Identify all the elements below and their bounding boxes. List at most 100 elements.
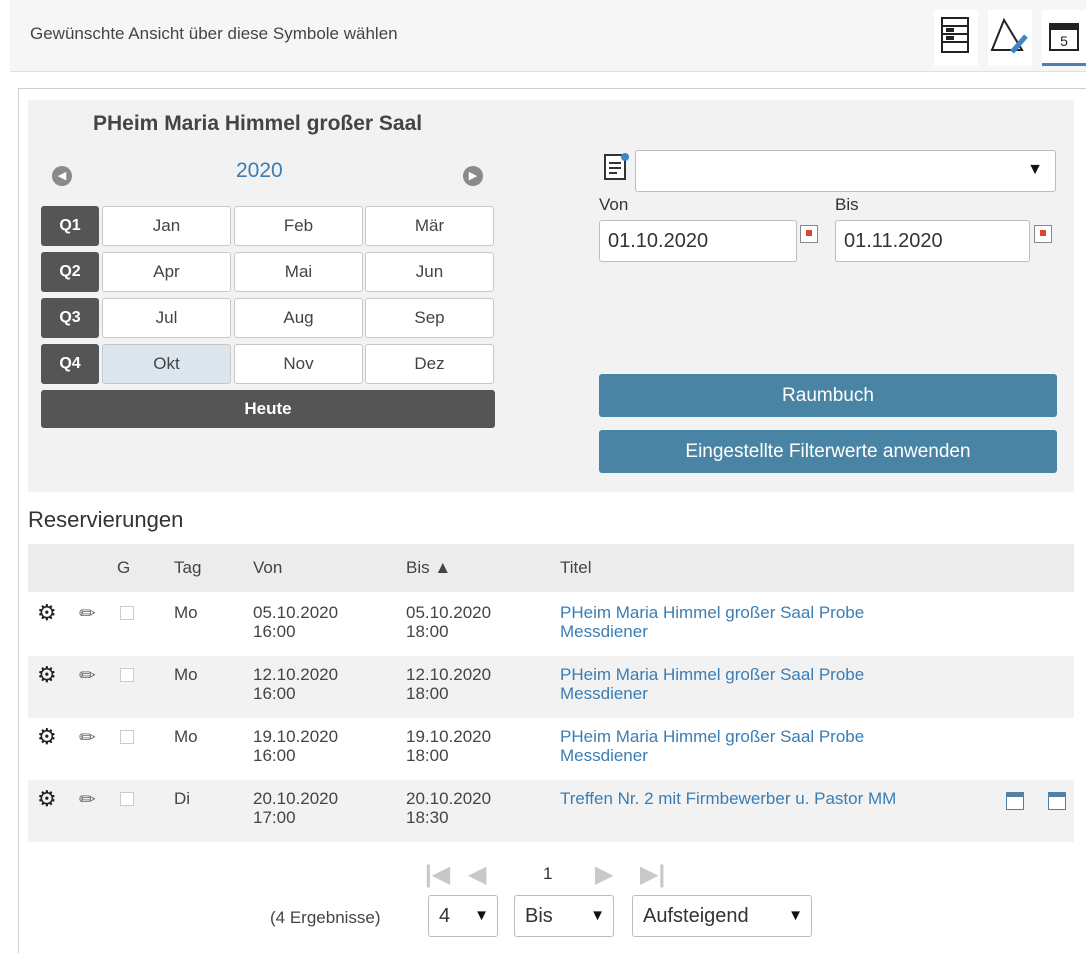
arrow-left-icon: ◀ (57, 170, 67, 182)
chevron-down-icon: ▼ (1027, 161, 1043, 178)
month-jun[interactable]: Jun (365, 252, 494, 292)
row-von-date: 05.10.2020 (253, 603, 339, 622)
room-title: PHeim Maria Himmel großer Saal (93, 112, 423, 135)
page-size-select[interactable]: 4 ▼ (428, 895, 498, 937)
month-jan[interactable]: Jan (102, 206, 231, 246)
col-von[interactable]: Von (253, 558, 282, 578)
next-year-button[interactable]: ▶ (463, 166, 483, 186)
current-page: 1 (543, 864, 553, 883)
row-title-link[interactable]: PHeim Maria Himmel großer Saal Probe (560, 727, 864, 746)
row-title-link[interactable]: PHeim Maria Himmel großer Saal Probe (560, 665, 864, 684)
von-date-input[interactable]: 01.10.2020 (599, 220, 797, 262)
month-feb[interactable]: Feb (234, 206, 363, 246)
row-checkbox[interactable] (120, 792, 134, 806)
month-dez[interactable]: Dez (365, 344, 494, 384)
month-mai[interactable]: Mai (234, 252, 363, 292)
row-title-link-line2[interactable]: Messdiener (560, 746, 648, 765)
calendar-export-icon[interactable] (1006, 792, 1024, 810)
chevron-down-icon: ▼ (788, 907, 803, 924)
row-bis-time: 18:00 (406, 746, 449, 765)
pencil-icon[interactable]: ✏ (79, 787, 96, 812)
view-selector-bar: Gewünschte Ansicht über diese Symbole wä… (10, 0, 1086, 72)
sort-field-value: Bis (525, 905, 553, 927)
month-aug[interactable]: Aug (234, 298, 363, 338)
calendar-add-icon[interactable] (1048, 792, 1066, 810)
row-tag: Di (174, 789, 191, 808)
bis-datepicker-icon[interactable] (1034, 225, 1052, 243)
quarter-q1[interactable]: Q1 (41, 206, 99, 246)
room-select[interactable]: ▼ (635, 150, 1056, 192)
quarter-q2[interactable]: Q2 (41, 252, 99, 292)
prev-page-icon[interactable]: ◀ (468, 860, 486, 889)
gear-icon[interactable]: ⚙ (37, 786, 57, 812)
month-okt[interactable]: Okt (102, 344, 231, 384)
today-button[interactable]: Heute (41, 390, 495, 428)
calendar-view-icon: 5 (1049, 23, 1079, 51)
row-von-time: 16:00 (253, 622, 296, 641)
room-filter-icon (603, 151, 631, 181)
year-label: 2020 (236, 159, 283, 182)
row-checkbox[interactable] (120, 730, 134, 744)
view-hint-text: Gewünschte Ansicht über diese Symbole wä… (30, 24, 398, 43)
pencil-icon[interactable]: ✏ (79, 725, 96, 750)
sort-order-select[interactable]: Aufsteigend ▼ (632, 895, 812, 937)
gear-icon[interactable]: ⚙ (37, 600, 57, 626)
row-von-time: 17:00 (253, 808, 296, 827)
col-g[interactable]: G (117, 558, 130, 578)
raumbuch-button[interactable]: Raumbuch (599, 374, 1057, 417)
col-titel[interactable]: Titel (560, 558, 592, 578)
row-title-link[interactable]: PHeim Maria Himmel großer Saal Probe (560, 603, 864, 622)
sort-field-select[interactable]: Bis ▼ (514, 895, 614, 937)
sort-order-value: Aufsteigend (643, 905, 749, 927)
row-von-date: 19.10.2020 (253, 727, 339, 746)
month-jul[interactable]: Jul (102, 298, 231, 338)
col-tag[interactable]: Tag (174, 558, 201, 578)
pencil-icon[interactable]: ✏ (79, 663, 96, 688)
month-nov[interactable]: Nov (234, 344, 363, 384)
row-bis-date: 19.10.2020 (406, 727, 492, 746)
row-bis-time: 18:00 (406, 622, 449, 641)
last-page-icon[interactable]: ▶| (640, 860, 665, 889)
von-datepicker-icon[interactable] (800, 225, 818, 243)
row-bis-time: 18:00 (406, 684, 449, 703)
apply-filter-button[interactable]: Eingestellte Filterwerte anwenden (599, 430, 1057, 473)
prev-year-button[interactable]: ◀ (52, 166, 72, 186)
row-von-time: 16:00 (253, 684, 296, 703)
chevron-down-icon: ▼ (590, 907, 605, 924)
chevron-down-icon: ▼ (474, 907, 489, 924)
next-page-icon[interactable]: ▶ (595, 860, 613, 889)
edit-view-button[interactable] (988, 10, 1032, 66)
row-tag: Mo (174, 665, 198, 684)
gear-icon[interactable]: ⚙ (37, 724, 57, 750)
row-checkbox[interactable] (120, 668, 134, 682)
page-size-value: 4 (439, 905, 451, 927)
list-view-icon (941, 17, 969, 53)
row-von-date: 12.10.2020 (253, 665, 339, 684)
von-label: Von (599, 195, 629, 214)
pencil-icon[interactable]: ✏ (79, 601, 96, 626)
reservations-title: Reservierungen (28, 507, 184, 532)
col-bis[interactable]: Bis ▲ (406, 558, 451, 578)
arrow-right-icon: ▶ (468, 170, 478, 182)
bis-date-input[interactable]: 01.11.2020 (835, 220, 1030, 262)
month-sep[interactable]: Sep (365, 298, 494, 338)
row-title-link[interactable]: Treffen Nr. 2 mit Firmbewerber u. Pastor… (560, 789, 896, 808)
row-checkbox[interactable] (120, 606, 134, 620)
calendar-view-button[interactable]: 5 (1042, 10, 1086, 66)
month-apr[interactable]: Apr (102, 252, 231, 292)
month-mar[interactable]: Mär (365, 206, 494, 246)
edit-view-icon (990, 17, 1028, 54)
row-tag: Mo (174, 603, 198, 622)
quarter-q4[interactable]: Q4 (41, 344, 99, 384)
row-von-date: 20.10.2020 (253, 789, 339, 808)
quarter-q3[interactable]: Q3 (41, 298, 99, 338)
gear-icon[interactable]: ⚙ (37, 662, 57, 688)
row-title-link-line2[interactable]: Messdiener (560, 622, 648, 641)
result-count: (4 Ergebnisse) (270, 908, 381, 927)
row-tag: Mo (174, 727, 198, 746)
bis-label: Bis (835, 195, 859, 214)
list-view-button[interactable] (934, 10, 978, 66)
row-title-link-line2[interactable]: Messdiener (560, 684, 648, 703)
first-page-icon[interactable]: |◀ (425, 860, 450, 889)
row-bis-date: 20.10.2020 (406, 789, 492, 808)
